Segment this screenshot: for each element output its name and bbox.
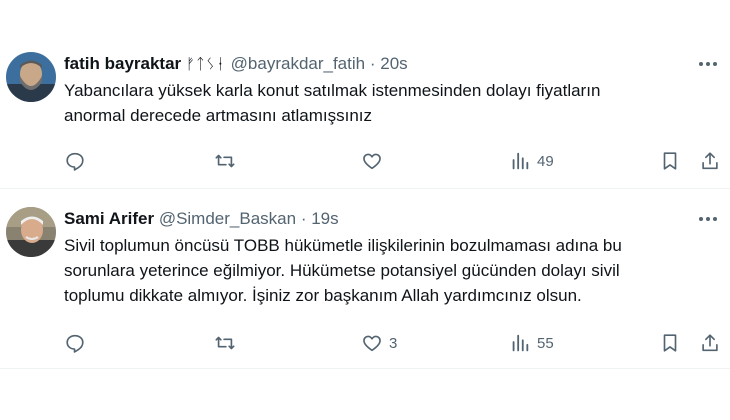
display-name[interactable]: fatih bayraktar [64,54,181,73]
tweet-header: fatih bayraktar ᚠᛏᛊᚽ @bayrakdar_fatih · … [64,52,408,76]
like-icon [363,153,381,170]
more-icon[interactable] [696,52,720,76]
share-icon [702,152,718,170]
divider [0,188,730,189]
name-glyphs: ᚠᛏᛊᚽ [185,55,226,73]
tweet-text-line: toplumu dikkate almıyor. İşiniz zor başk… [64,286,582,305]
like-count: 3 [389,334,398,352]
share-icon [702,334,718,352]
tweet-text-line: Yabancılara yüksek karla konut satılmak … [64,81,601,100]
timestamp[interactable]: 19s [311,209,338,228]
reply-icon [66,334,84,353]
tweet-text-line: anormal derecede artmasını atlamışsınız [64,106,373,125]
like-button[interactable] [361,148,389,174]
action-bar: 49 [64,148,718,174]
tweet-text-line: Sivil toplumun öncüsü TOBB hükümetle ili… [64,236,622,255]
reply-button[interactable] [64,330,92,356]
user-handle[interactable]: @Simder_Baskan [159,209,296,228]
reply-button[interactable] [64,148,92,174]
avatar[interactable] [6,207,56,257]
views-icon [512,152,529,170]
tweet-header: Sami Arifer @Simder_Baskan · 19s [64,207,339,231]
share-button[interactable] [699,148,721,174]
like-button[interactable]: 3 [361,330,397,356]
user-handle[interactable]: @bayrakdar_fatih [231,54,365,73]
views-icon [512,334,529,352]
avatar-photo [6,207,56,257]
more-icon[interactable] [696,207,720,231]
timestamp[interactable]: 20s [380,54,407,73]
bookmark-button[interactable] [659,148,681,174]
like-icon [363,335,381,352]
action-bar: 3 55 [64,330,718,356]
views-count: 55 [537,334,554,352]
avatar[interactable] [6,52,56,102]
avatar-photo [6,52,56,102]
reply-icon [66,152,84,171]
tweet[interactable]: fatih bayraktar ᚠᛏᛊᚽ @bayrakdar_fatih · … [0,38,730,186]
retweet-icon [215,336,235,350]
retweet-button[interactable] [214,148,242,174]
views-button[interactable]: 49 [509,148,554,174]
share-button[interactable] [699,330,721,356]
retweet-icon [215,154,235,168]
separator-dot: · [369,54,376,73]
display-name[interactable]: Sami Arifer [64,209,154,228]
tweet-text-line: sorunlara yeterince eğilmiyor. Hükümetse… [64,261,620,280]
views-button[interactable]: 55 [509,330,554,356]
tweet-text: Sivil toplumun öncüsü TOBB hükümetle ili… [64,233,704,308]
bookmark-button[interactable] [659,330,681,356]
bookmark-icon [663,334,677,352]
views-count: 49 [537,152,554,170]
tweet-text: Yabancılara yüksek karla konut satılmak … [64,78,704,128]
timeline-feed: fatih bayraktar ᚠᛏᛊᚽ @bayrakdar_fatih · … [0,0,730,420]
bookmark-icon [663,152,677,170]
divider [0,368,730,369]
retweet-button[interactable] [214,330,242,356]
tweet[interactable]: Sami Arifer @Simder_Baskan · 19s Sivil t… [0,193,730,365]
separator-dot: · [300,209,307,228]
